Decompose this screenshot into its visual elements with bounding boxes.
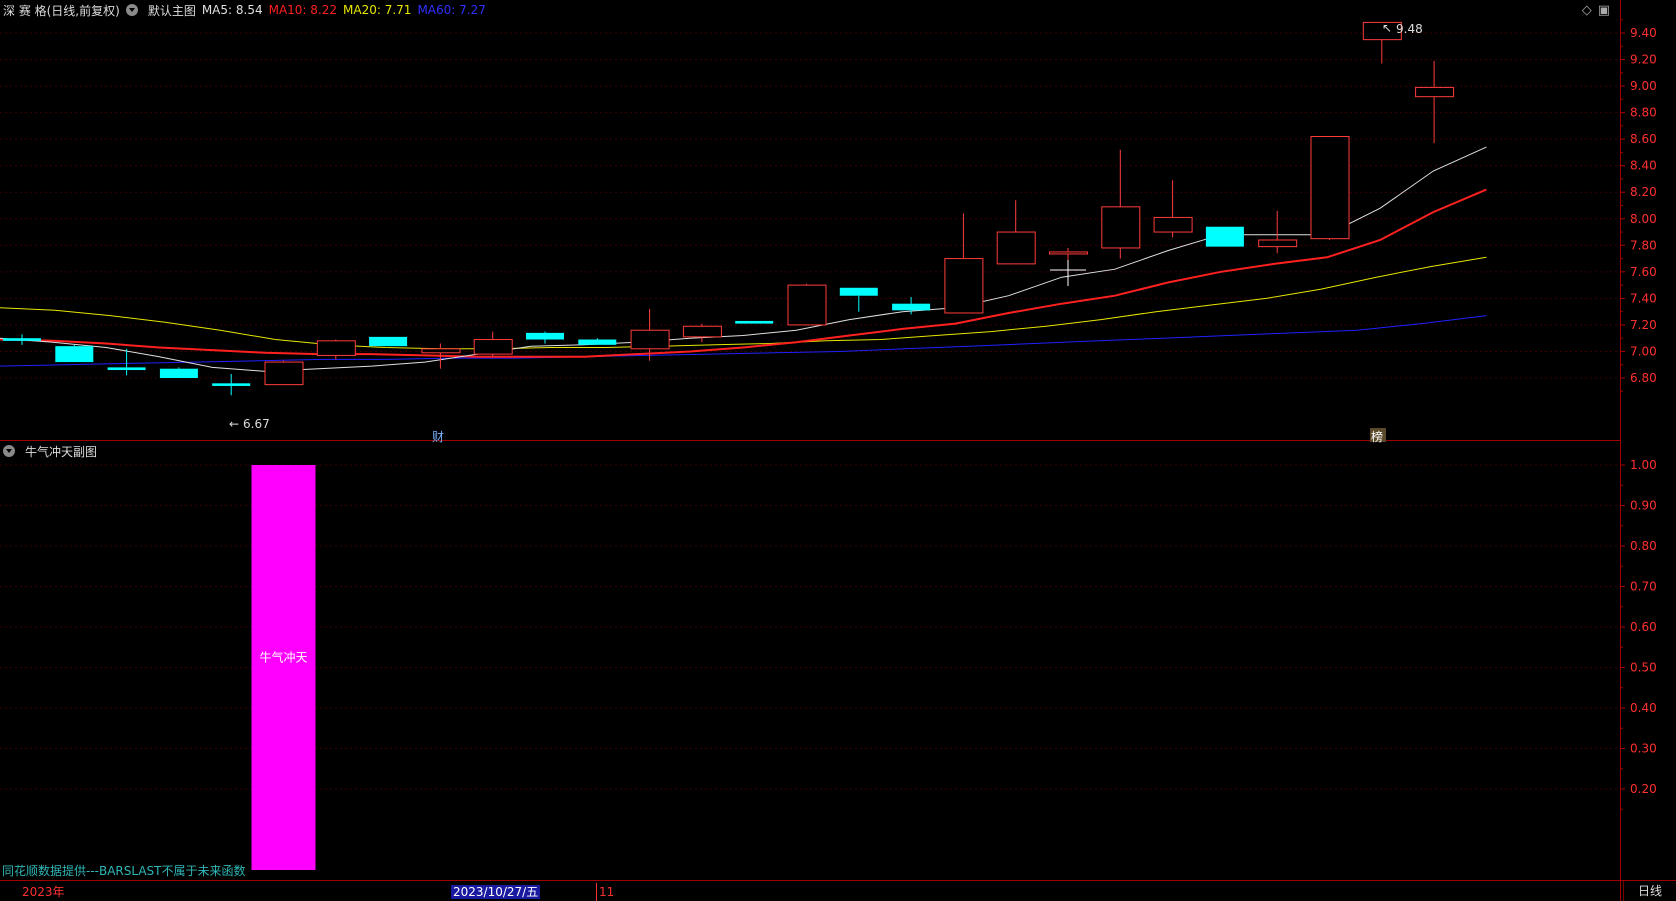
candle-body-up[interactable] [630,329,670,350]
price-axis-label: 8.80 [1630,106,1657,120]
price-axis-label: 8.60 [1630,132,1657,146]
price-axis-label: 7.80 [1630,238,1657,252]
price-axis-label: 7.40 [1630,291,1657,305]
sub-axis-label: 0.20 [1630,782,1657,796]
candle-body-down[interactable] [735,320,774,324]
signal-bar-label: 牛气冲天 [259,650,307,665]
candle-body-down[interactable] [892,303,931,311]
candle-body-up[interactable] [316,340,356,356]
candle-body-down[interactable] [578,339,617,345]
price-axis-label: 6.80 [1630,371,1657,385]
date-label-wrap: 2023/10/27/五 [451,883,541,901]
candle-body-up[interactable] [944,258,984,314]
current-date: 2023/10/27/五 [451,885,541,899]
candle-body-up[interactable] [1415,86,1455,98]
sub-axis-label: 0.80 [1630,539,1657,553]
high-price-label: 9.48 [1396,22,1423,36]
price-axis-label: 8.00 [1630,212,1657,226]
chart-canvas[interactable]: 牛气冲天 6.80 7.00 7.20 7.40 7.60 7.80 8.00 8.20 8.4… [0,0,1676,901]
candle-body-down[interactable] [3,338,41,341]
sub-axis-label: 1.00 [1630,458,1657,472]
year-label: 2023年 [22,885,65,899]
sub-axis-label: 0.70 [1630,580,1657,594]
signal-bar[interactable] [251,465,316,870]
sub-axis-label: 0.30 [1630,742,1657,756]
price-axis-label: 9.40 [1630,26,1657,40]
price-axis-label: 7.00 [1630,344,1657,358]
candle-body-down[interactable] [526,332,564,340]
candle-body-down[interactable] [159,368,198,378]
candle-body-down[interactable] [1205,226,1244,247]
candle-body-up[interactable] [1153,216,1193,233]
candle-body-down[interactable] [369,336,408,347]
price-axis-label: 9.00 [1630,79,1657,93]
candle-body-down[interactable] [55,346,94,363]
sub-axis-label: 0.50 [1630,661,1657,675]
month-label: 11 [596,883,614,901]
candle-body-up[interactable] [264,361,304,386]
high-price-arrow: ↖ [1382,21,1392,35]
candle-body-down[interactable] [839,287,878,296]
candle-body-down[interactable] [107,367,146,371]
candle-body-up[interactable] [1101,206,1141,249]
sub-axis-label: 0.90 [1630,499,1657,513]
crosshair-marker [1050,260,1086,286]
candle-body-up[interactable] [421,348,461,354]
financial-marker[interactable]: 财 [432,430,444,444]
candle-body-up[interactable] [996,231,1036,265]
ma10-line [0,188,1487,358]
candle-body-up[interactable] [787,284,827,326]
price-axis-label: 8.40 [1630,159,1657,173]
data-source-note: 同花顺数据提供---BARSLAST不属于未来函数 [2,864,246,878]
candle-body-up[interactable] [473,339,513,355]
billboard-marker[interactable]: 榜 [1371,429,1383,444]
sub-axis-label: 0.40 [1630,701,1657,715]
sub-axis-label: 0.60 [1630,620,1657,634]
price-axis-label: 7.60 [1630,265,1657,279]
candle-body-up[interactable] [1258,239,1298,248]
price-axis-label: 8.20 [1630,185,1657,199]
period-daily-button[interactable]: 日线 [1623,881,1676,901]
candle-body-down[interactable] [212,383,251,386]
candle-body-up[interactable] [682,325,722,338]
price-axis-label: 7.20 [1630,318,1657,332]
low-price-label: 6.67 [243,417,270,431]
candle-body-up[interactable] [1310,136,1350,240]
low-price-arrow: ← [229,417,239,431]
price-axis-label: 9.20 [1630,53,1657,67]
ma5-line [0,146,1487,372]
candle-body-up[interactable] [1049,251,1088,255]
